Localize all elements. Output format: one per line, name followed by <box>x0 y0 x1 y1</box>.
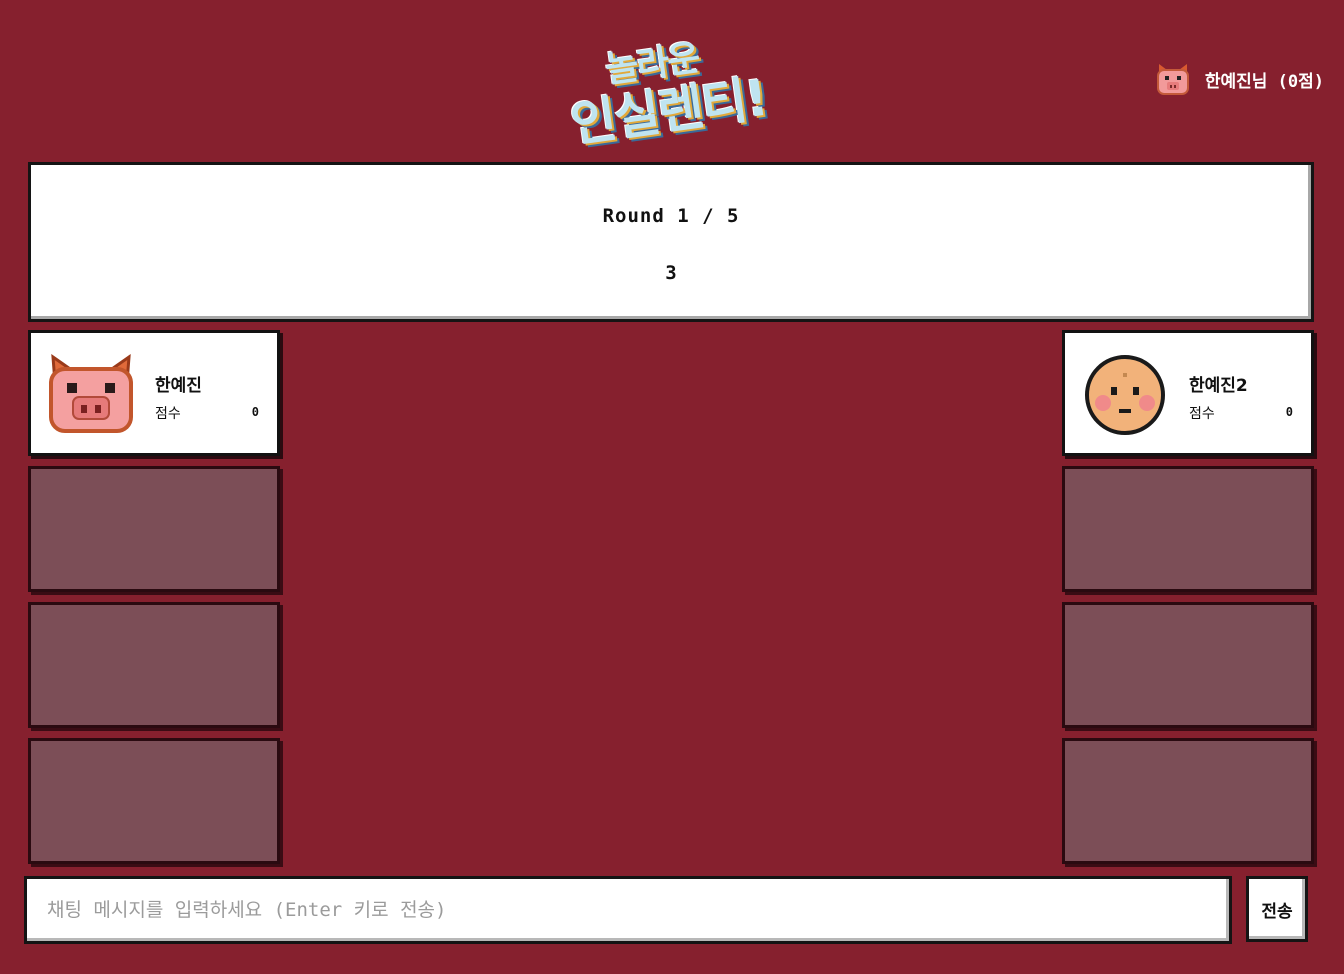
player-name: 한예진 <box>155 376 202 396</box>
player-slot-right-1: 한예진2 점수 0 <box>1062 330 1314 456</box>
player-name: 한예진2 <box>1189 376 1248 396</box>
player-slot-right-3-empty <box>1062 602 1314 728</box>
round-title: Round 1 / 5 <box>602 205 740 227</box>
player-slot-right-2-empty <box>1062 466 1314 592</box>
player-slot-right-4-empty <box>1062 738 1314 864</box>
round-panel: Round 1 / 5 3 <box>28 162 1314 322</box>
face-icon <box>1081 353 1169 437</box>
countdown-number: 3 <box>665 262 677 284</box>
pig-icon <box>1155 62 1191 96</box>
score-label: 점수 <box>1189 406 1215 422</box>
player-score: 0 <box>251 405 259 419</box>
player-slot-left-3-empty <box>28 602 280 728</box>
player-slot-left-2-empty <box>28 466 280 592</box>
player-score: 0 <box>1285 405 1293 419</box>
game-logo: 놀라운 인실렌티! <box>553 7 797 158</box>
user-badge: 한예진님 (0점) <box>1155 62 1324 96</box>
logo-line-2: 인실렌티! <box>566 68 770 154</box>
pig-icon <box>47 353 135 437</box>
chat-input[interactable] <box>24 876 1232 944</box>
player-slot-left-1: 한예진 점수 0 <box>28 330 280 456</box>
player-slot-left-4-empty <box>28 738 280 864</box>
user-label: 한예진님 (0점) <box>1204 71 1324 92</box>
score-label: 점수 <box>155 406 181 422</box>
send-button[interactable]: 전송 <box>1246 876 1308 942</box>
